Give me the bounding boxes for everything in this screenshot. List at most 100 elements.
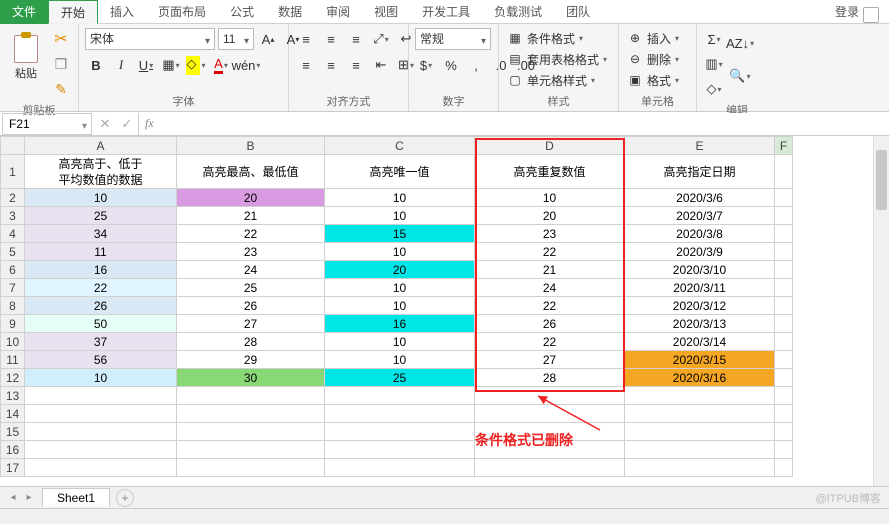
- row-header-6[interactable]: 6: [1, 261, 25, 279]
- increase-font-icon[interactable]: A▴: [257, 28, 279, 50]
- currency-icon[interactable]: $: [415, 54, 437, 76]
- cell-B12[interactable]: 30: [177, 369, 325, 387]
- row-header-8[interactable]: 8: [1, 297, 25, 315]
- cell-D17[interactable]: [475, 459, 625, 477]
- cell-F1[interactable]: [775, 155, 793, 189]
- cell-F15[interactable]: [775, 423, 793, 441]
- cell-C8[interactable]: 10: [325, 297, 475, 315]
- fx-icon[interactable]: fx: [139, 116, 160, 131]
- worksheet-grid[interactable]: ABCDEF1高亮高于、低于 平均数值的数据高亮最高、最低值高亮唯一值高亮重复数…: [0, 136, 889, 486]
- tab-4[interactable]: 数据: [266, 0, 314, 24]
- clear-icon[interactable]: ◇: [703, 78, 725, 100]
- bold-button[interactable]: B: [85, 54, 107, 76]
- accept-formula-icon[interactable]: ✓: [116, 113, 138, 135]
- cell-D14[interactable]: [475, 405, 625, 423]
- cell-B4[interactable]: 22: [177, 225, 325, 243]
- cell-E1[interactable]: 高亮指定日期: [625, 155, 775, 189]
- cell-B1[interactable]: 高亮最高、最低值: [177, 155, 325, 189]
- cell-A6[interactable]: 16: [25, 261, 177, 279]
- sort-filter-icon[interactable]: AZ↓: [729, 28, 751, 58]
- cell-B17[interactable]: [177, 459, 325, 477]
- align-center-icon[interactable]: ≡: [320, 54, 342, 76]
- cell-D12[interactable]: 28: [475, 369, 625, 387]
- tab-2[interactable]: 页面布局: [146, 0, 218, 24]
- cancel-formula-icon[interactable]: ✕: [94, 113, 116, 135]
- tab-1[interactable]: 插入: [98, 0, 146, 24]
- cell-A15[interactable]: [25, 423, 177, 441]
- indent-dec-icon[interactable]: ⇤: [370, 54, 392, 76]
- align-bottom-icon[interactable]: ≡: [345, 28, 367, 50]
- cell-E6[interactable]: 2020/3/10: [625, 261, 775, 279]
- cell-D2[interactable]: 10: [475, 189, 625, 207]
- phonetic-button[interactable]: wén: [235, 54, 257, 76]
- cell-F16[interactable]: [775, 441, 793, 459]
- row-header-5[interactable]: 5: [1, 243, 25, 261]
- row-header-10[interactable]: 10: [1, 333, 25, 351]
- row-header-7[interactable]: 7: [1, 279, 25, 297]
- cell-F17[interactable]: [775, 459, 793, 477]
- percent-icon[interactable]: %: [440, 54, 462, 76]
- font-name-select[interactable]: 宋体: [85, 28, 215, 50]
- delete-cells-button[interactable]: ⊖删除▾: [625, 49, 681, 69]
- cell-C6[interactable]: 20: [325, 261, 475, 279]
- cell-E10[interactable]: 2020/3/14: [625, 333, 775, 351]
- cell-D5[interactable]: 22: [475, 243, 625, 261]
- cell-C14[interactable]: [325, 405, 475, 423]
- cell-F2[interactable]: [775, 189, 793, 207]
- cell-E13[interactable]: [625, 387, 775, 405]
- cell-F3[interactable]: [775, 207, 793, 225]
- cell-D6[interactable]: 21: [475, 261, 625, 279]
- cell-A10[interactable]: 37: [25, 333, 177, 351]
- cell-E17[interactable]: [625, 459, 775, 477]
- fill-icon[interactable]: ▥: [703, 53, 725, 75]
- cell-C1[interactable]: 高亮唯一值: [325, 155, 475, 189]
- align-top-icon[interactable]: ≡: [295, 28, 317, 50]
- cell-A12[interactable]: 10: [25, 369, 177, 387]
- vertical-scrollbar[interactable]: [873, 136, 889, 486]
- cell-C5[interactable]: 10: [325, 243, 475, 261]
- cell-A9[interactable]: 50: [25, 315, 177, 333]
- cell-C11[interactable]: 10: [325, 351, 475, 369]
- cell-E16[interactable]: [625, 441, 775, 459]
- cell-A14[interactable]: [25, 405, 177, 423]
- cell-B16[interactable]: [177, 441, 325, 459]
- cell-A16[interactable]: [25, 441, 177, 459]
- cell-A5[interactable]: 11: [25, 243, 177, 261]
- row-header-3[interactable]: 3: [1, 207, 25, 225]
- font-color-button[interactable]: A: [210, 54, 232, 76]
- cell-F5[interactable]: [775, 243, 793, 261]
- cell-E14[interactable]: [625, 405, 775, 423]
- orientation-icon[interactable]: ⤢: [370, 28, 392, 50]
- cell-B15[interactable]: [177, 423, 325, 441]
- cell-D7[interactable]: 24: [475, 279, 625, 297]
- row-header-12[interactable]: 12: [1, 369, 25, 387]
- cell-B3[interactable]: 21: [177, 207, 325, 225]
- row-header-4[interactable]: 4: [1, 225, 25, 243]
- cell-F8[interactable]: [775, 297, 793, 315]
- cell-F9[interactable]: [775, 315, 793, 333]
- tab-7[interactable]: 开发工具: [410, 0, 482, 24]
- row-header-2[interactable]: 2: [1, 189, 25, 207]
- copy-icon[interactable]: [50, 53, 72, 75]
- cell-F12[interactable]: [775, 369, 793, 387]
- cell-B10[interactable]: 28: [177, 333, 325, 351]
- cell-E7[interactable]: 2020/3/11: [625, 279, 775, 297]
- cell-A11[interactable]: 56: [25, 351, 177, 369]
- cell-B6[interactable]: 24: [177, 261, 325, 279]
- cell-C10[interactable]: 10: [325, 333, 475, 351]
- sheet-tab[interactable]: Sheet1: [42, 488, 110, 507]
- tab-0[interactable]: 开始: [48, 0, 98, 24]
- cell-E2[interactable]: 2020/3/6: [625, 189, 775, 207]
- paste-button[interactable]: 粘贴: [6, 28, 46, 88]
- row-header-11[interactable]: 11: [1, 351, 25, 369]
- cell-D10[interactable]: 22: [475, 333, 625, 351]
- row-header-14[interactable]: 14: [1, 405, 25, 423]
- autosum-icon[interactable]: Σ: [703, 28, 725, 50]
- cell-B8[interactable]: 26: [177, 297, 325, 315]
- cell-F4[interactable]: [775, 225, 793, 243]
- formula-input[interactable]: [160, 113, 889, 135]
- cell-F6[interactable]: [775, 261, 793, 279]
- cell-D1[interactable]: 高亮重复数值: [475, 155, 625, 189]
- cell-C15[interactable]: [325, 423, 475, 441]
- cell-E3[interactable]: 2020/3/7: [625, 207, 775, 225]
